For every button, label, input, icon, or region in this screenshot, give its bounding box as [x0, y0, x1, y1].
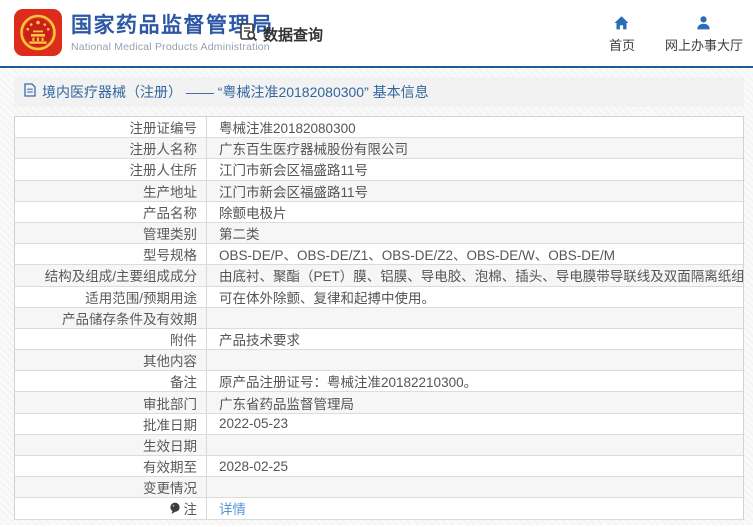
row-label: 注 [15, 498, 207, 519]
table-row: 有效期至 2028-02-25 [15, 456, 743, 478]
breadcrumb: 境内医疗器械（注册） —— “粤械注准20182080300” 基本信息 [14, 77, 744, 107]
row-value: 广东省药品监督管理局 [219, 396, 354, 412]
row-value: 详情 [207, 498, 743, 518]
table-row: 审批部门 广东省药品监督管理局 [15, 392, 743, 414]
row-value: 原产品注册证号：粤械注准20182210300。 [219, 375, 478, 391]
table-row: 产品储存条件及有效期 [15, 307, 743, 329]
row-label: 注册证编号 [15, 117, 207, 138]
row-label: 其他内容 [15, 350, 207, 371]
row-label: 附件 [15, 328, 207, 350]
row-label: 变更情况 [15, 477, 207, 498]
row-value: 广东百生医疗器械股份有限公司 [219, 142, 408, 158]
row-value [207, 477, 743, 497]
site-header: 国家药品监督管理局 National Medical Products Admi… [0, 0, 753, 68]
row-label: 批准日期 [15, 413, 207, 434]
note-balloon-icon [169, 502, 181, 515]
row-label: 产品储存条件及有效期 [15, 307, 207, 328]
brand: 国家药品监督管理局 National Medical Products Admi… [14, 9, 274, 57]
row-label: 管理类别 [15, 222, 207, 244]
row-label: 注册人名称 [15, 138, 207, 159]
row-value: 2022-05-23 [219, 416, 289, 432]
row-value: OBS-DE/P、OBS-DE/Z1、OBS-DE/Z2、OBS-DE/W、OB… [219, 248, 616, 264]
table-row: 变更情况 [15, 477, 743, 499]
table-row: 管理类别 第二类 [15, 222, 743, 245]
data-query-label: 数据查询 [263, 26, 324, 44]
nav-home[interactable]: 首页 [609, 15, 635, 54]
national-emblem-logo [14, 9, 62, 56]
table-row: 批准日期 2022-05-23 [15, 413, 743, 435]
row-label: 适用范围/预期用途 [15, 286, 207, 307]
row-label: 生效日期 [15, 434, 207, 455]
row-value: 除颤电极片 [219, 205, 287, 221]
table-row: 注册人住所 江门市新会区福盛路11号 [15, 159, 743, 181]
document-icon [24, 82, 36, 102]
table-row: 型号规格 OBS-DE/P、OBS-DE/Z1、OBS-DE/Z2、OBS-DE/… [15, 244, 743, 266]
table-row: 产品名称 除颤电极片 [15, 201, 743, 223]
row-value: 第二类 [219, 227, 260, 243]
row-value: 可在体外除颤、复律和起搏中使用。 [219, 290, 435, 306]
row-value: 江门市新会区福盛路11号 [219, 184, 369, 200]
table-row: 备注 原产品注册证号：粤械注准20182210300。 [15, 371, 743, 393]
data-query-link[interactable]: 数据查询 [238, 0, 323, 68]
row-value: 由底衬、聚酯（PET）膜、铝膜、导电胶、泡棉、插头、导电膜带导联线及双面隔离纸组… [219, 269, 743, 285]
nav-online-hall-label: 网上办事大厅 [664, 37, 743, 53]
table-row: 其他内容 [15, 350, 743, 372]
row-value: 产品技术要求 [219, 332, 300, 348]
row-value: 江门市新会区福盛路11号 [219, 163, 369, 179]
table-row: 注详情 [15, 498, 743, 520]
table-row: 生效日期 [15, 434, 743, 456]
row-label: 审批部门 [15, 392, 207, 413]
row-label: 有效期至 [15, 456, 207, 477]
nav-online-hall[interactable]: 网上办事大厅 [665, 15, 743, 54]
row-value: 粤械注准20182080300 [219, 121, 356, 137]
table-row: 附件 产品技术要求 [15, 328, 743, 351]
row-label: 结构及组成/主要组成成分 [15, 265, 207, 286]
row-label: 生产地址 [15, 180, 207, 201]
row-value [207, 350, 743, 370]
breadcrumb-text: 境内医疗器械（注册） —— “粤械注准20182080300” 基本信息 [42, 84, 429, 100]
nav-home-label: 首页 [608, 37, 635, 53]
table-row: 注册人名称 广东百生医疗器械股份有限公司 [15, 138, 743, 160]
table-row: 适用范围/预期用途 可在体外除颤、复律和起搏中使用。 [15, 286, 743, 308]
page-body: 境内医疗器械（注册） —— “粤械注准20182080300” 基本信息 注册证… [0, 68, 753, 525]
row-value: 2028-02-25 [219, 458, 289, 474]
row-label: 型号规格 [15, 244, 207, 265]
row-label: 注册人住所 [15, 159, 207, 180]
info-table: 注册证编号 粤械注准20182080300 注册人名称 广东百生医疗器械股份有限公司注… [14, 116, 744, 520]
table-row: 生产地址 江门市新会区福盛路11号 [15, 180, 743, 202]
user-icon [697, 15, 711, 29]
header-nav: 首页 网上办事大厅 [609, 0, 743, 68]
detail-link[interactable]: 详情 [219, 498, 246, 518]
row-value [207, 435, 743, 455]
table-row: 结构及组成/主要组成成分 由底衬、聚酯（PET）膜、铝膜、导电胶、泡棉、插头、导电… [15, 265, 743, 287]
home-icon [614, 15, 629, 29]
row-value [207, 308, 743, 328]
row-label: 备注 [15, 371, 207, 392]
table-row: 注册证编号 粤械注准20182080300 [15, 117, 743, 139]
row-label: 产品名称 [15, 201, 207, 222]
document-search-icon [238, 22, 258, 47]
